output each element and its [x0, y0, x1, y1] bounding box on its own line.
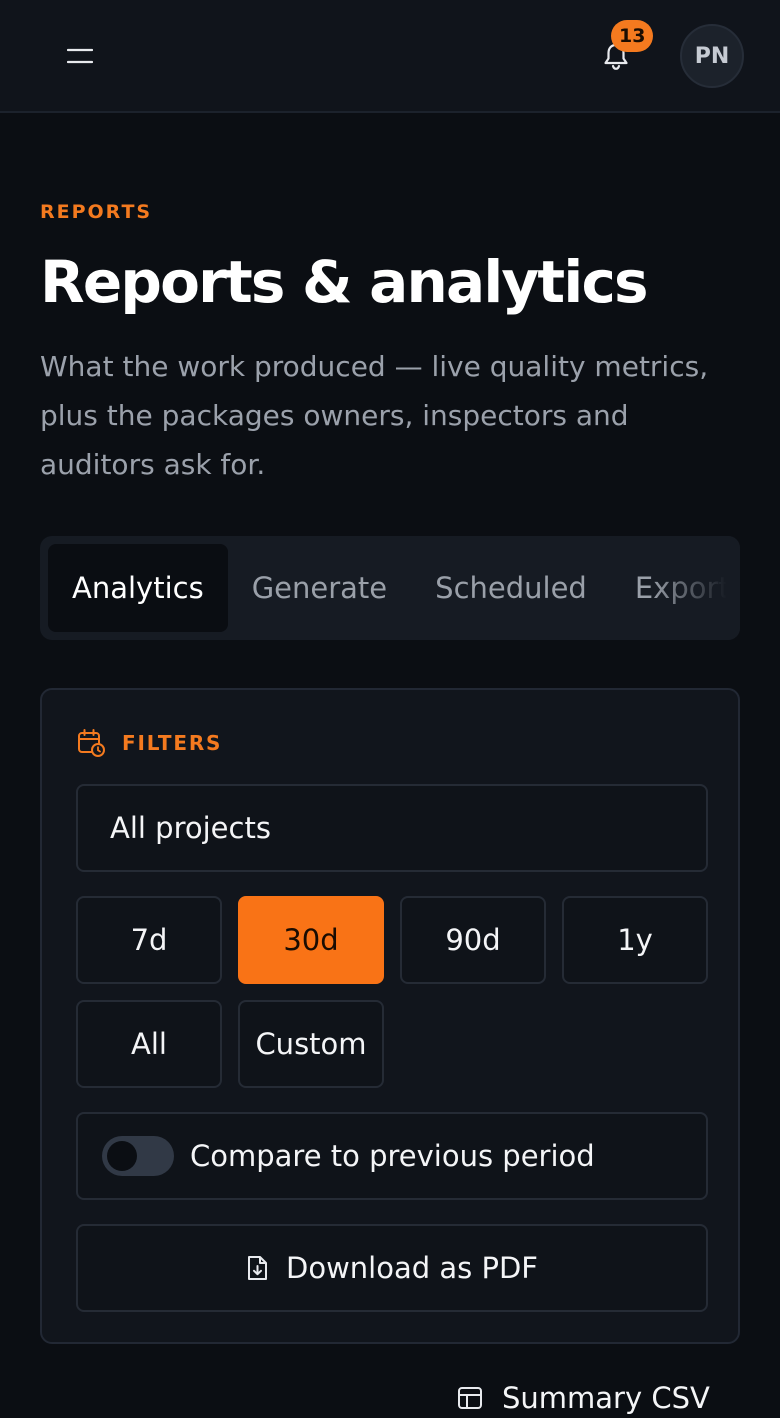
- compare-toggle[interactable]: [102, 1136, 174, 1176]
- download-pdf-label: Download as PDF: [286, 1251, 538, 1285]
- notification-badge: 13: [611, 20, 654, 52]
- range-all-button[interactable]: All: [76, 1000, 222, 1088]
- tab-analytics[interactable]: Analytics: [48, 544, 228, 632]
- range-90d-button[interactable]: 90d: [400, 896, 546, 984]
- avatar[interactable]: PN: [680, 24, 744, 88]
- project-select[interactable]: All projects: [76, 784, 708, 872]
- summary-csv-button[interactable]: Summary CSV: [456, 1378, 710, 1418]
- download-pdf-button[interactable]: Download as PDF: [76, 1224, 708, 1312]
- summary-csv-label: Summary CSV: [502, 1381, 710, 1415]
- compare-label: Compare to previous period: [190, 1139, 595, 1173]
- range-7d-button[interactable]: 7d: [76, 896, 222, 984]
- section-eyebrow: REPORTS: [40, 201, 153, 223]
- tabs-scroll-fade: [650, 536, 740, 640]
- filters-header: FILTERS: [76, 728, 222, 758]
- range-1y-button[interactable]: 1y: [562, 896, 708, 984]
- filters-card: FILTERS All projects 7d 30d 90d 1y All C…: [40, 688, 740, 1344]
- tab-scheduled[interactable]: Scheduled: [411, 544, 611, 632]
- page-title: Reports & analytics: [40, 248, 649, 316]
- page-description: What the work produced — live quality me…: [40, 350, 709, 481]
- range-custom-button[interactable]: Custom: [238, 1000, 384, 1088]
- table-icon: [458, 1387, 482, 1409]
- tab-generate[interactable]: Generate: [228, 544, 411, 632]
- compare-row: Compare to previous period: [76, 1112, 708, 1200]
- range-30d-button[interactable]: 30d: [238, 896, 384, 984]
- calendar-clock-icon: [78, 729, 105, 757]
- toggle-knob: [107, 1141, 137, 1171]
- filters-label: FILTERS: [122, 731, 223, 755]
- menu-button[interactable]: [56, 36, 104, 76]
- file-download-icon: [248, 1256, 268, 1280]
- report-tabs: Analytics Generate Scheduled Export l: [40, 536, 740, 640]
- menu-icon: [67, 48, 93, 64]
- top-bar: 13 PN: [0, 0, 780, 113]
